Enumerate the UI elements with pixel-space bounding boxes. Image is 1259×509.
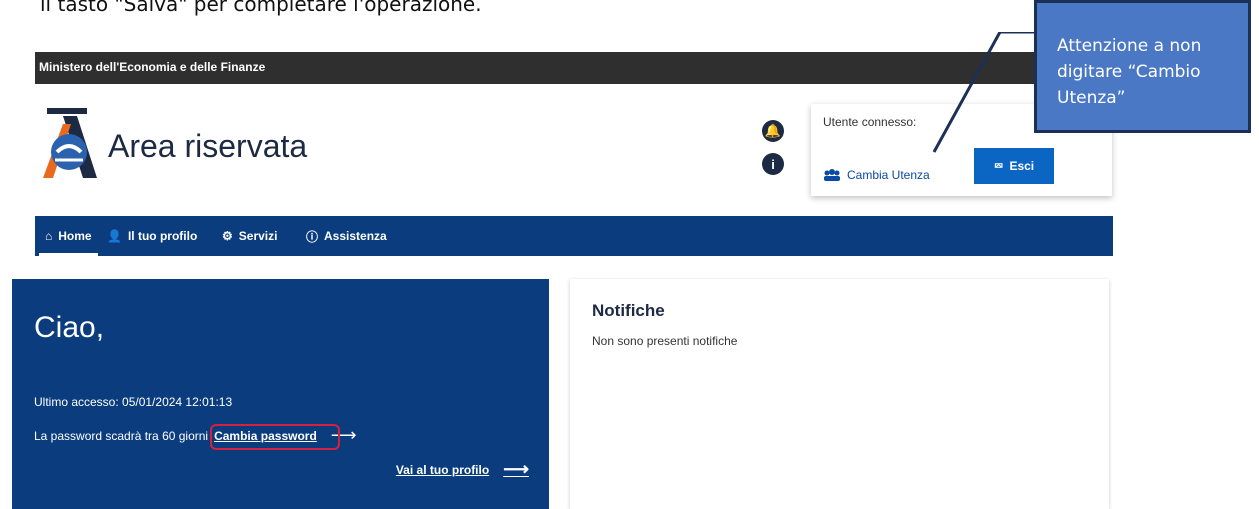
- notifications-card: Notifiche Non sono presenti notifiche: [570, 279, 1109, 509]
- nav-assistance[interactable]: ⓘ Assistenza: [306, 216, 387, 256]
- change-password-link[interactable]: Cambia password: [210, 423, 341, 450]
- info-icon: ⓘ: [306, 229, 319, 244]
- profile-link[interactable]: Vai al tuo profilo ⟶: [396, 459, 529, 480]
- change-password-highlight: [210, 423, 341, 450]
- users-icon: [824, 169, 840, 181]
- password-expiry-text: La password scadrà tra 60 giorni: [34, 428, 209, 443]
- home-icon: ⌂: [45, 229, 53, 243]
- nav-assistance-label: Assistenza: [324, 229, 387, 243]
- switch-user-label: Cambia Utenza: [847, 168, 930, 182]
- callout-pointer-line: [932, 32, 1034, 153]
- welcome-card: Ciao, Ultimo accesso: 05/01/2024 12:01:1…: [12, 279, 549, 509]
- last-access: Ultimo accesso: 05/01/2024 12:01:13: [34, 395, 233, 409]
- nav-home[interactable]: ⌂ Home: [39, 216, 98, 256]
- password-expiry-line: La password scadrà tra 60 giorni Cambia …: [34, 423, 357, 450]
- profile-link-label: Vai al tuo profilo: [395, 462, 490, 477]
- page-title: Area riservata: [108, 128, 308, 164]
- nav-home-label: Home: [58, 229, 92, 243]
- callout-text: Attenzione a non digitare “Cambio Utenza…: [1057, 36, 1202, 108]
- agency-logo-icon: [43, 108, 97, 178]
- user-icon: 👤: [107, 229, 122, 243]
- connected-user-label: Utente connesso:: [823, 115, 917, 129]
- annotation-callout: Attenzione a non digitare “Cambio Utenza…: [1034, 0, 1251, 133]
- main-navigation: ⌂ Home 👤 Il tuo profilo ⚙ Servizi ⓘ Assi…: [35, 216, 1113, 256]
- notifications-empty: Non sono presenti notifiche: [592, 334, 738, 348]
- nav-services-label: Servizi: [238, 229, 278, 243]
- services-icon: ⚙: [222, 229, 233, 243]
- nav-profile[interactable]: 👤 Il tuo profilo: [107, 216, 197, 256]
- bell-icon[interactable]: 🔔: [762, 120, 784, 142]
- notifications-title: Notifiche: [592, 301, 665, 320]
- switch-user-link[interactable]: Cambia Utenza: [823, 168, 930, 182]
- document-caption: il tasto "Salva" per completare l'operaz…: [40, 0, 482, 16]
- nav-services[interactable]: ⚙ Servizi: [222, 216, 277, 256]
- info-icon[interactable]: i: [762, 153, 784, 175]
- arrow-right-icon: ⟶: [503, 459, 529, 479]
- ministry-title: Ministero dell'Economia e delle Finanze: [39, 60, 266, 74]
- nav-profile-label: Il tuo profilo: [127, 229, 198, 243]
- greeting: Ciao,: [34, 311, 105, 344]
